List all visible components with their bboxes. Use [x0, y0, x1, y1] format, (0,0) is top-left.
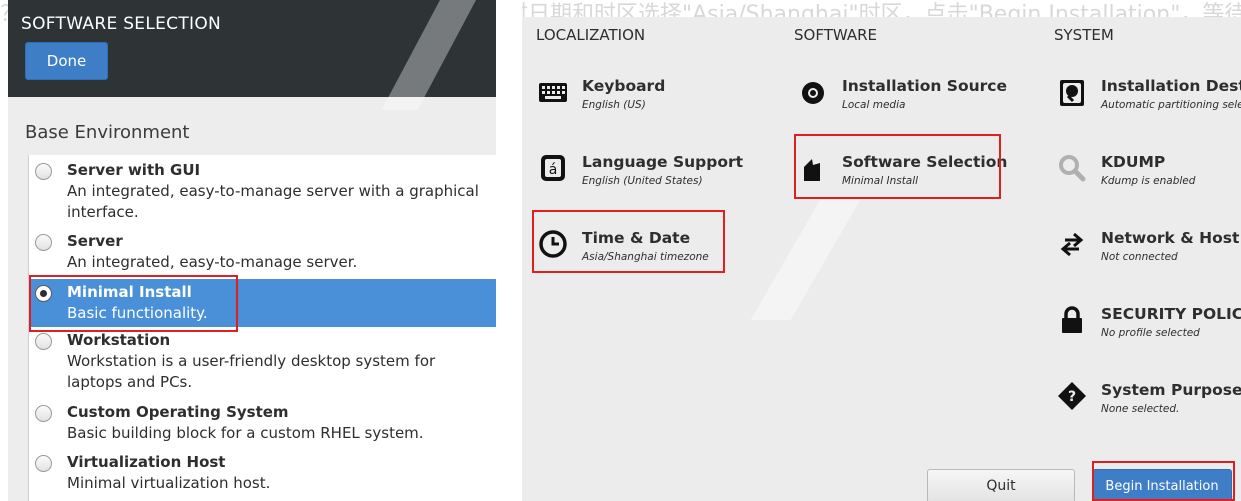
done-button[interactable]: Done [25, 42, 108, 80]
env-description: Workstation is a user-friendly desktop s… [67, 352, 436, 370]
spoke-status: Not connected [1101, 251, 1178, 263]
spoke-title: Installation Source [842, 77, 1007, 95]
radio-button[interactable] [35, 455, 52, 472]
radio-button[interactable] [35, 333, 52, 350]
quit-button[interactable]: Quit [927, 469, 1075, 501]
spoke-title: SECURITY POLICY [1101, 305, 1241, 323]
env-description: An integrated, easy-to-manage server wit… [67, 182, 479, 200]
spoke-status: Local media [842, 99, 906, 111]
env-name: Server with GUI [67, 161, 201, 179]
gap [496, 0, 522, 501]
env-option-server[interactable]: Server An integrated, easy-to-manage ser… [29, 231, 496, 273]
search-icon [1059, 155, 1086, 182]
spoke-status: None selected. [1101, 403, 1180, 415]
language-icon: á [541, 155, 565, 181]
svg-text:á: á [549, 162, 558, 178]
spoke-status: Automatic partitioning sele [1101, 99, 1241, 111]
spoke-status: English (US) [582, 99, 646, 111]
spoke-title: System Purpose [1101, 381, 1241, 399]
env-name: Custom Operating System [67, 403, 289, 421]
env-description-cont: laptops and PCs. [67, 373, 193, 391]
spoke-status: Kdump is enabled [1101, 175, 1196, 187]
env-description-cont: interface. [67, 203, 139, 221]
spoke-status: No profile selected [1101, 327, 1200, 339]
spoke-title: Installation Destir [1101, 77, 1241, 95]
annotation-highlight-minimal-install [29, 275, 238, 332]
spoke-status: English (United States) [582, 175, 703, 187]
base-environment-heading: Base Environment [25, 122, 190, 143]
env-name: Server [67, 232, 123, 250]
env-option-workstation[interactable]: Workstation Workstation is a user-friend… [29, 330, 496, 393]
network-arrows-icon [1060, 232, 1084, 257]
lock-icon [1062, 306, 1082, 333]
env-name: Workstation [67, 331, 171, 349]
annotation-highlight-software-selection [794, 134, 1001, 199]
annotation-highlight-time-date [532, 210, 725, 273]
annotation-highlight-begin-installation [1092, 461, 1235, 501]
installation-summary-window: LOCALIZATION SOFTWARE SYSTEM Keyboard En… [522, 17, 1241, 501]
keyboard-icon [539, 83, 567, 102]
disc-icon [802, 82, 824, 104]
env-option-virtualization-host[interactable]: Virtualization Host Minimal virtualizati… [29, 452, 496, 494]
spoke-title: Network & Host I [1101, 229, 1241, 247]
question-diamond-icon: ? [1058, 382, 1086, 410]
spoke-title: Keyboard [582, 77, 666, 95]
spoke-title: Language Support [582, 153, 744, 171]
harddisk-icon [1060, 80, 1084, 106]
env-description: Basic building block for a custom RHEL s… [67, 424, 424, 442]
localization-heading: LOCALIZATION [536, 26, 646, 44]
svg-text:?: ? [1068, 389, 1076, 405]
spoke-title: KDUMP [1101, 153, 1166, 171]
radio-button[interactable] [35, 405, 52, 422]
page-title: SOFTWARE SELECTION [21, 14, 222, 34]
env-name: Virtualization Host [67, 453, 226, 471]
system-heading: SYSTEM [1054, 26, 1114, 44]
env-description: Minimal virtualization host. [67, 474, 271, 492]
env-description: An integrated, easy-to-manage server. [67, 253, 358, 271]
radio-button[interactable] [35, 163, 52, 180]
env-option-custom-os[interactable]: Custom Operating System Basic building b… [29, 402, 496, 444]
software-heading: SOFTWARE [794, 26, 878, 44]
env-option-server-with-gui[interactable]: Server with GUI An integrated, easy-to-m… [29, 160, 496, 223]
radio-button[interactable] [35, 234, 52, 251]
